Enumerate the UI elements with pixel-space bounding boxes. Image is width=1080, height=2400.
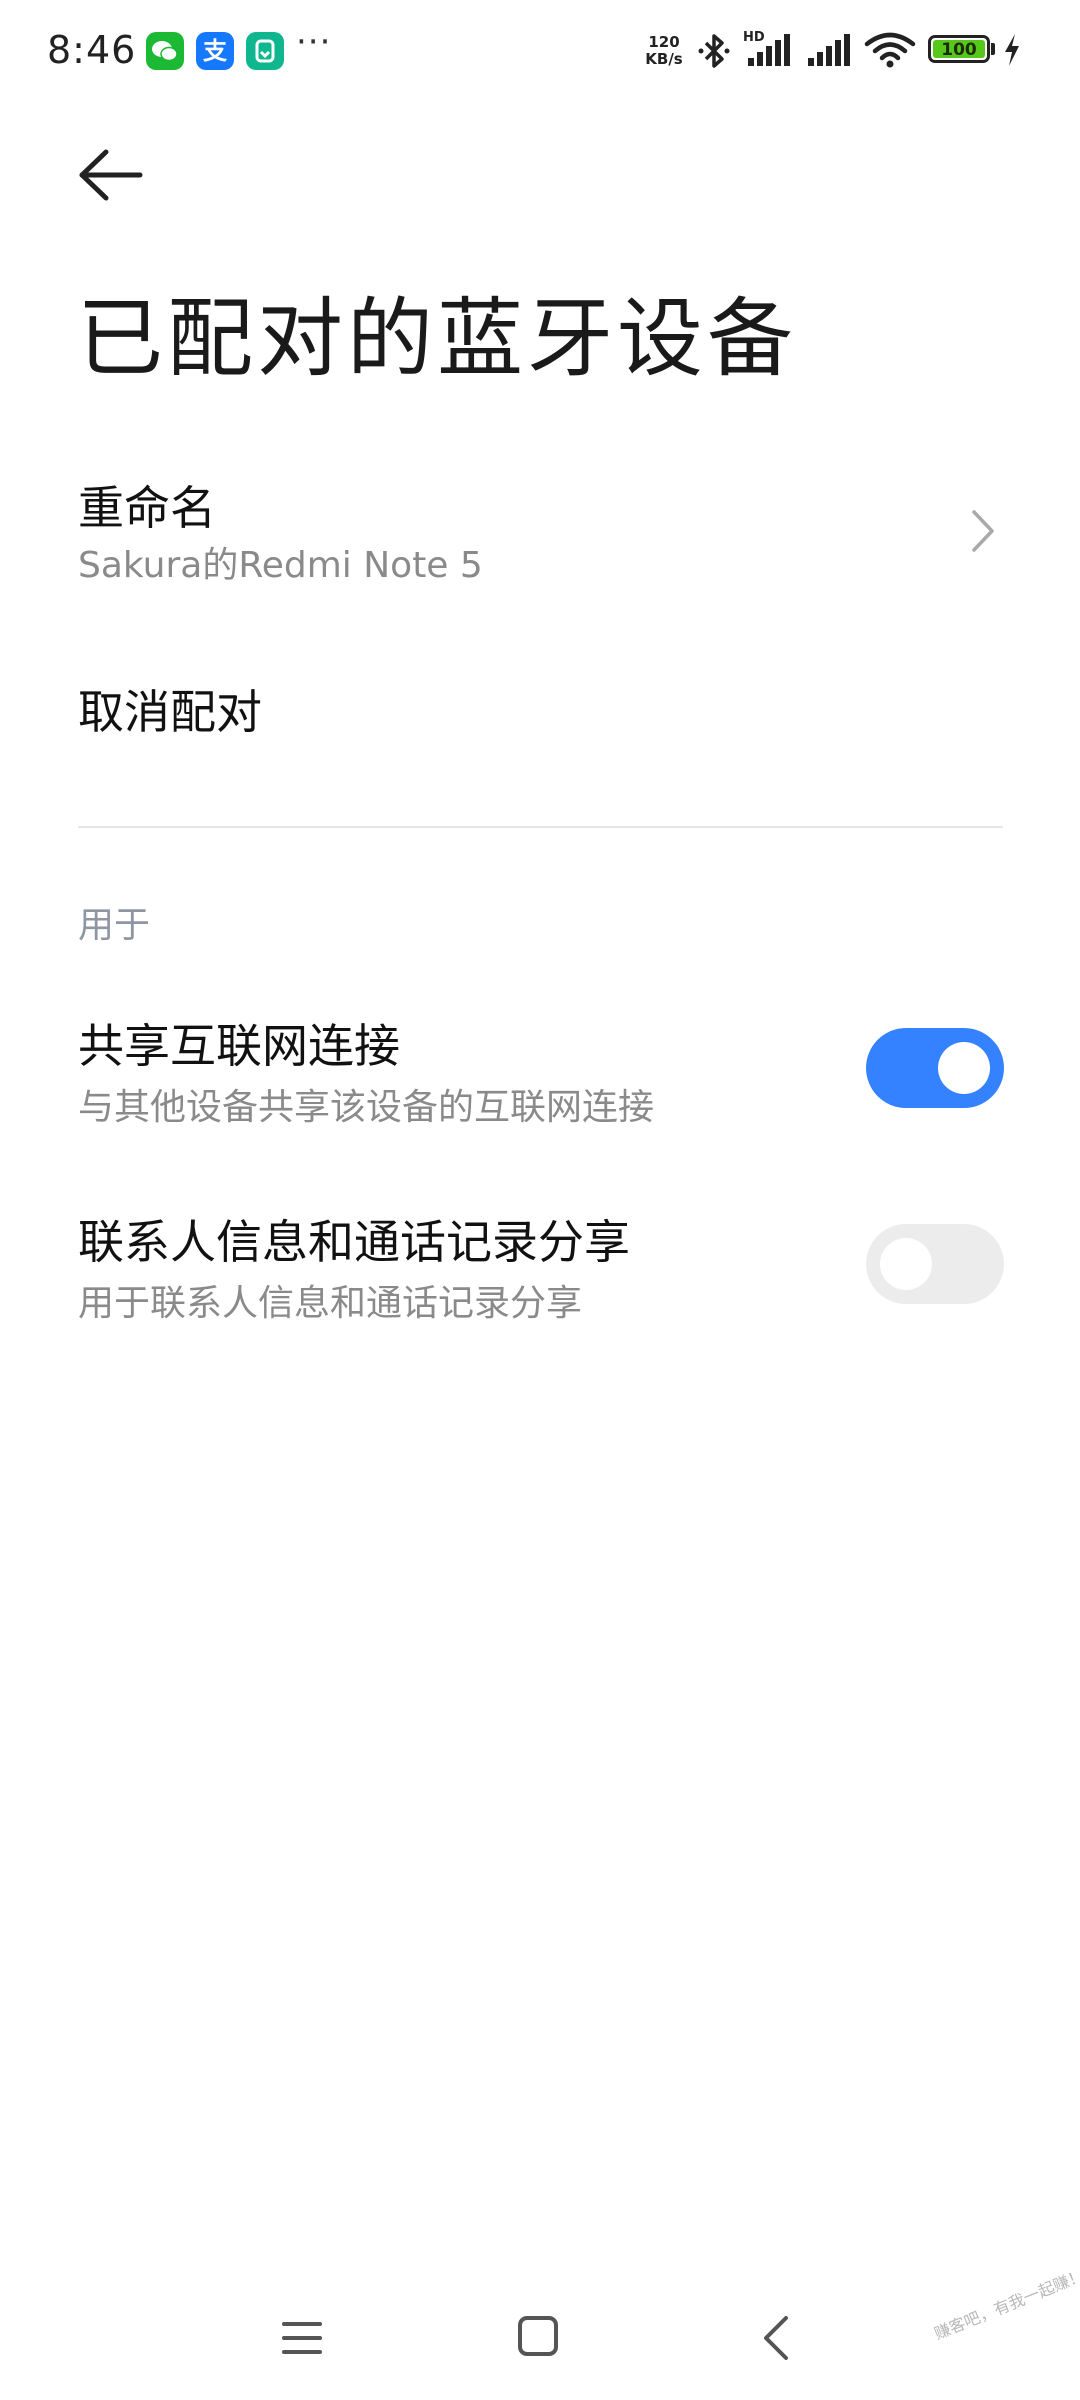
home-button[interactable] bbox=[516, 2314, 560, 2362]
bluetooth-device-settings-screen: 8:46 支 ··· 120 KB/s HD 100 已配对的蓝牙设备 重命名 … bbox=[0, 0, 1080, 2400]
mijia-icon bbox=[246, 32, 284, 70]
rename-item[interactable]: 重命名 Sakura的Redmi Note 5 bbox=[0, 460, 1080, 600]
device-name: Sakura的Redmi Note 5 bbox=[78, 545, 483, 586]
unpair-item[interactable]: 取消配对 bbox=[0, 660, 1080, 750]
share-internet-title: 共享互联网连接 bbox=[78, 1019, 400, 1073]
divider bbox=[78, 826, 1003, 828]
section-header-used-for: 用于 bbox=[78, 905, 151, 946]
status-time: 8:46 bbox=[47, 28, 137, 72]
charging-icon bbox=[1001, 32, 1023, 72]
battery-tip bbox=[991, 43, 995, 55]
back-button[interactable] bbox=[74, 140, 154, 210]
unpair-title: 取消配对 bbox=[78, 685, 262, 739]
cell-signal-2-icon bbox=[806, 34, 856, 72]
share-contacts-subtitle: 用于联系人信息和通话记录分享 bbox=[78, 1283, 583, 1324]
bluetooth-icon bbox=[696, 32, 732, 74]
page-title: 已配对的蓝牙设备 bbox=[77, 289, 797, 389]
toggle-knob bbox=[880, 1238, 932, 1290]
share-contacts-title: 联系人信息和通话记录分享 bbox=[78, 1215, 630, 1269]
home-icon bbox=[518, 2316, 558, 2356]
cell-signal-1-icon bbox=[746, 34, 796, 72]
nav-back-icon bbox=[764, 2316, 788, 2360]
battery-icon: 100 bbox=[928, 35, 990, 63]
wifi-icon bbox=[864, 32, 916, 72]
navigation-bar bbox=[0, 2290, 1080, 2400]
network-speed-value: 120 bbox=[648, 33, 680, 51]
menu-button[interactable] bbox=[280, 2316, 324, 2364]
menu-icon bbox=[282, 2322, 322, 2354]
nav-back-button[interactable] bbox=[756, 2314, 800, 2366]
share-contacts-toggle[interactable] bbox=[866, 1224, 1004, 1304]
share-contacts-item[interactable]: 联系人信息和通话记录分享 用于联系人信息和通话记录分享 bbox=[0, 1206, 1080, 1326]
back-arrow-icon bbox=[79, 149, 143, 201]
share-internet-subtitle: 与其他设备共享该设备的互联网连接 bbox=[78, 1087, 655, 1128]
share-internet-item[interactable]: 共享互联网连接 与其他设备共享该设备的互联网连接 bbox=[0, 1010, 1080, 1130]
network-speed: 120 KB/s bbox=[636, 34, 692, 68]
share-internet-toggle[interactable] bbox=[866, 1028, 1004, 1108]
rename-title: 重命名 bbox=[78, 481, 216, 535]
toggle-knob bbox=[938, 1042, 990, 1094]
network-speed-unit: KB/s bbox=[645, 50, 683, 68]
alipay-icon: 支 bbox=[196, 32, 234, 70]
wechat-icon bbox=[146, 32, 184, 70]
chevron-right-icon bbox=[968, 506, 998, 560]
battery-level: 100 bbox=[933, 40, 985, 60]
status-bar: 8:46 支 ··· 120 KB/s HD 100 bbox=[0, 0, 1080, 100]
more-notifications-icon: ··· bbox=[296, 22, 332, 62]
